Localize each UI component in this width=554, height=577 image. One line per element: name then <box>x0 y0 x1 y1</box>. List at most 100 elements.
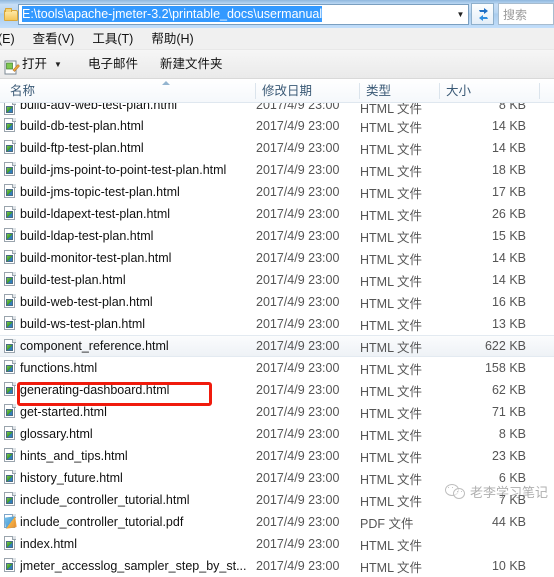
file-size-cell: 158 KB <box>484 361 526 375</box>
file-name-cell: include_controller_tutorial.html <box>20 493 190 507</box>
html-file-icon <box>3 448 17 464</box>
file-size-cell: 14 KB <box>491 251 526 265</box>
sort-ascending-icon <box>162 81 170 85</box>
address-path-text[interactable]: E:\tools\apache-jmeter-3.2\printable_doc… <box>19 5 453 24</box>
menu-item-tools[interactable]: 工具(T) <box>83 28 142 50</box>
file-date-cell: 2017/4/9 23:00 <box>256 317 340 331</box>
refresh-icon[interactable] <box>471 3 494 25</box>
email-button[interactable]: 电子邮件 <box>88 50 138 78</box>
file-size-cell: 15 KB <box>491 229 526 243</box>
search-input[interactable]: 搜索 <box>498 3 554 25</box>
file-name-cell: build-ws-test-plan.html <box>20 317 146 331</box>
table-row[interactable]: hints_and_tips.html 2017/4/9 23:00 HTML 文件… <box>0 445 554 467</box>
file-type-cell: HTML 文件 <box>360 142 423 157</box>
html-file-icon <box>3 118 17 134</box>
file-name-cell: index.html <box>20 537 77 551</box>
table-row[interactable]: build-monitor-test-plan.html 2017/4/9 23:… <box>0 247 554 269</box>
file-date-cell: 2017/4/9 23:00 <box>256 229 340 243</box>
file-type-cell: HTML 文件 <box>360 384 423 399</box>
table-row[interactable]: build-jms-topic-test-plan.html 2017/4/9 2… <box>0 181 554 203</box>
file-type-cell: HTML 文件 <box>360 428 423 443</box>
table-row[interactable]: glossary.html 2017/4/9 23:00 HTML 文件 8 KB <box>0 423 554 445</box>
file-size-cell: 26 KB <box>491 207 526 221</box>
open-button-label: 打开 <box>22 56 48 71</box>
chevron-down-icon[interactable]: ▼ <box>54 50 62 79</box>
table-row[interactable]: component_reference.html 2017/4/9 23:00 HT… <box>0 335 554 357</box>
file-date-cell: 2017/4/9 23:00 <box>256 383 340 397</box>
column-header-type-label: 类型 <box>366 84 392 98</box>
table-row[interactable]: generating-dashboard.html 2017/4/9 23:00 H… <box>0 379 554 401</box>
file-size-cell: 14 KB <box>491 273 526 287</box>
column-header-name[interactable]: 名称 <box>4 79 256 103</box>
table-row[interactable]: functions.html 2017/4/9 23:00 HTML 文件 158 K… <box>0 357 554 379</box>
table-row[interactable]: build-ftp-test-plan.html 2017/4/9 23:00 HT… <box>0 137 554 159</box>
table-row[interactable]: build-test-plan.html 2017/4/9 23:00 HTML 文… <box>0 269 554 291</box>
file-name-cell: build-ldap-test-plan.html <box>20 229 154 243</box>
file-size-cell: 16 KB <box>491 295 526 309</box>
table-row[interactable]: get-started.html 2017/4/9 23:00 HTML 文件 71 … <box>0 401 554 423</box>
html-file-icon <box>3 250 17 266</box>
file-name-cell: hints_and_tips.html <box>20 449 128 463</box>
file-type-cell: PDF 文件 <box>360 516 414 531</box>
search-placeholder-text: 搜索 <box>503 8 528 22</box>
file-name-cell: build-ldapext-test-plan.html <box>20 207 171 221</box>
table-row[interactable]: build-web-test-plan.html 2017/4/9 23:00 HT… <box>0 291 554 313</box>
column-header-type[interactable]: 类型 <box>360 79 440 103</box>
table-row[interactable]: index.html 2017/4/9 23:00 HTML 文件 <box>0 533 554 555</box>
file-type-cell: HTML 文件 <box>360 560 423 575</box>
table-row[interactable]: build-db-test-plan.html 2017/4/9 23:00 HTM… <box>0 115 554 137</box>
table-row[interactable]: build-ldapext-test-plan.html 2017/4/9 23:… <box>0 203 554 225</box>
file-date-cell: 2017/4/9 23:00 <box>256 251 340 265</box>
file-type-cell: HTML 文件 <box>360 274 423 289</box>
html-file-icon <box>3 228 17 244</box>
file-size-cell: 8 KB <box>498 103 526 112</box>
column-header-date[interactable]: 修改日期 <box>256 79 360 103</box>
file-name-cell: component_reference.html <box>20 339 169 353</box>
address-bar: E:\tools\apache-jmeter-3.2\printable_doc… <box>0 0 554 28</box>
file-date-cell: 2017/4/9 23:00 <box>256 295 340 309</box>
menu-item-edit[interactable]: (E) <box>0 28 24 50</box>
html-file-icon <box>3 536 17 552</box>
html-file-icon <box>3 206 17 222</box>
table-row[interactable]: build-ws-test-plan.html 2017/4/9 23:00 HTM… <box>0 313 554 335</box>
file-name-cell: build-ftp-test-plan.html <box>20 141 144 155</box>
table-row[interactable]: build-jms-point-to-point-test-plan.html 2… <box>0 159 554 181</box>
table-row[interactable]: jmeter_accesslog_sampler_step_by_st... 20… <box>0 555 554 577</box>
file-size-cell: 622 KB <box>484 339 526 353</box>
file-size-cell: 17 KB <box>491 185 526 199</box>
chevron-down-icon[interactable]: ▼ <box>453 5 468 24</box>
file-date-cell: 2017/4/9 23:00 <box>256 361 340 375</box>
new-folder-button[interactable]: 新建文件夹 <box>160 50 223 78</box>
table-row[interactable]: build-ldap-test-plan.html 2017/4/9 23:00 H… <box>0 225 554 247</box>
file-name-cell: jmeter_accesslog_sampler_step_by_st... <box>20 559 247 573</box>
column-header-name-label: 名称 <box>10 84 36 98</box>
address-input[interactable]: E:\tools\apache-jmeter-3.2\printable_doc… <box>18 3 469 25</box>
column-divider-4[interactable] <box>539 83 540 99</box>
menu-item-help[interactable]: 帮助(H) <box>142 28 202 50</box>
open-button[interactable]: 打开 ▼ <box>0 50 62 78</box>
file-date-cell: 2017/4/9 23:00 <box>256 471 340 485</box>
file-date-cell: 2017/4/9 23:00 <box>256 559 340 573</box>
file-name-cell: build-jms-topic-test-plan.html <box>20 185 180 199</box>
file-type-cell: HTML 文件 <box>360 318 423 333</box>
html-file-icon <box>3 294 17 310</box>
html-file-icon <box>3 162 17 178</box>
file-date-cell: 2017/4/9 23:00 <box>256 141 340 155</box>
table-row[interactable]: include_controller_tutorial.pdf 2017/4/9 … <box>0 511 554 533</box>
menu-item-view[interactable]: 查看(V) <box>24 28 84 50</box>
file-date-cell: 2017/4/9 23:00 <box>256 427 340 441</box>
file-type-cell: HTML 文件 <box>360 164 423 179</box>
file-date-cell: 2017/4/9 23:00 <box>256 273 340 287</box>
column-header-size[interactable]: 大小 <box>440 79 540 103</box>
file-list-area: 名称 修改日期 类型 大小 build-adv-web-test-plan.ht… <box>0 79 554 577</box>
file-name-cell: history_future.html <box>20 471 123 485</box>
file-name-cell: glossary.html <box>20 427 93 441</box>
watermark: 老李学习笔记 <box>444 482 548 501</box>
refresh-glyph <box>479 8 488 21</box>
file-name-cell: build-db-test-plan.html <box>20 119 144 133</box>
table-row[interactable]: build-adv-web-test-plan.html 2017/4/9 23:… <box>0 103 554 115</box>
wechat-logo-icon <box>444 483 465 501</box>
file-type-cell: HTML 文件 <box>360 103 423 115</box>
column-header-size-label: 大小 <box>446 84 472 98</box>
file-size-cell: 23 KB <box>491 449 526 463</box>
